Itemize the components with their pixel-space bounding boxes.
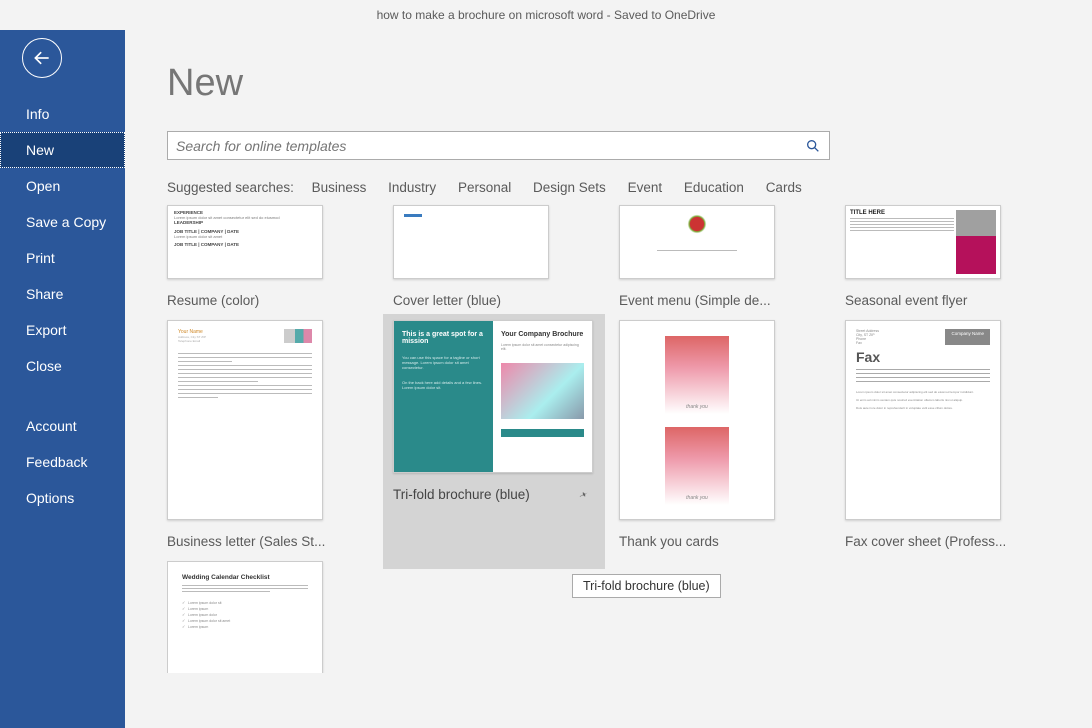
template-seasonal-flyer[interactable]: TITLE HERE Seasonal event flyer <box>845 205 1071 320</box>
suggested-link-design-sets[interactable]: Design Sets <box>533 180 606 195</box>
sidebar-item-info[interactable]: Info <box>0 96 125 132</box>
template-thumbnail <box>619 320 775 520</box>
sidebar-gap <box>0 384 125 408</box>
template-business-letter[interactable]: Your Name Address, City ST ZIP Telephone… <box>167 320 393 561</box>
template-caption: Seasonal event flyer <box>845 293 1025 308</box>
template-tooltip: Tri-fold brochure (blue) <box>572 574 721 598</box>
template-resume-color[interactable]: EXPERIENCE Lorem ipsum dolor sit amet co… <box>167 205 393 320</box>
back-button[interactable] <box>22 38 62 78</box>
suggested-link-personal[interactable]: Personal <box>458 180 511 195</box>
main-panel: New Suggested searches: Business Industr… <box>125 30 1092 728</box>
template-caption: Fax cover sheet (Profess... <box>845 534 1025 549</box>
sidebar-item-export[interactable]: Export <box>0 312 125 348</box>
suggested-link-event[interactable]: Event <box>628 180 663 195</box>
fax-big-label: Fax <box>856 349 990 365</box>
wedding-title: Wedding Calendar Checklist <box>182 574 270 581</box>
suggested-link-business[interactable]: Business <box>312 180 367 195</box>
template-caption-text: Tri-fold brochure (blue) <box>393 487 530 502</box>
suggested-label: Suggested searches: <box>167 180 294 195</box>
sidebar-item-account[interactable]: Account <box>0 408 125 444</box>
template-fax-cover-sheet[interactable]: Street AddressCity, ST ZIPPhoneFax Compa… <box>845 320 1071 561</box>
brochure-title-text: Your Company Brochure <box>501 331 584 339</box>
template-caption: Cover letter (blue) <box>393 293 573 308</box>
template-thumbnail <box>619 205 775 279</box>
template-event-menu[interactable]: Event menu (Simple de... <box>619 205 845 320</box>
template-caption: Business letter (Sales St... <box>167 534 347 549</box>
suggested-link-education[interactable]: Education <box>684 180 744 195</box>
sidebar-item-new[interactable]: New <box>0 132 125 168</box>
template-trifold-brochure[interactable]: This is a great spot for a mission You c… <box>383 314 605 569</box>
fax-company: Company Name <box>945 329 990 345</box>
sidebar-item-feedback[interactable]: Feedback <box>0 444 125 480</box>
sidebar-item-open[interactable]: Open <box>0 168 125 204</box>
search-input[interactable] <box>176 138 805 154</box>
app-shell: Info New Open Save a Copy Print Share Ex… <box>0 30 1092 728</box>
sidebar-item-close[interactable]: Close <box>0 348 125 384</box>
template-gallery: EXPERIENCE Lorem ipsum dolor sit amet co… <box>167 205 1077 673</box>
backstage-sidebar: Info New Open Save a Copy Print Share Ex… <box>0 30 125 728</box>
template-search[interactable] <box>167 131 830 160</box>
template-caption: Event menu (Simple de... <box>619 293 799 308</box>
sidebar-item-share[interactable]: Share <box>0 276 125 312</box>
template-thumbnail: Your Name Address, City ST ZIP Telephone… <box>167 320 323 520</box>
template-thumbnail: EXPERIENCE Lorem ipsum dolor sit amet co… <box>167 205 323 279</box>
template-thumbnail: TITLE HERE <box>845 205 1001 279</box>
sidebar-item-print[interactable]: Print <box>0 240 125 276</box>
template-thumbnail <box>393 205 549 279</box>
brochure-spot-text: This is a great spot for a mission <box>402 331 483 345</box>
template-thank-you-cards[interactable]: Thank you cards <box>619 320 845 561</box>
sidebar-menu: Info New Open Save a Copy Print Share Ex… <box>0 96 125 516</box>
back-arrow-icon <box>32 48 52 68</box>
template-wedding-checklist[interactable]: Wedding Calendar Checklist Lorem ipsum d… <box>167 561 393 673</box>
template-thumbnail: Wedding Calendar Checklist Lorem ipsum d… <box>167 561 323 673</box>
sidebar-item-save-a-copy[interactable]: Save a Copy <box>0 204 125 240</box>
search-icon[interactable] <box>805 138 821 154</box>
suggested-searches: Suggested searches: Business Industry Pe… <box>167 180 1092 195</box>
page-title: New <box>167 62 1092 105</box>
suggested-link-industry[interactable]: Industry <box>388 180 436 195</box>
sidebar-item-options[interactable]: Options <box>0 480 125 516</box>
pin-icon[interactable] <box>579 490 589 500</box>
template-cover-letter-blue[interactable]: Cover letter (blue) <box>393 205 619 320</box>
template-caption: Resume (color) <box>167 293 347 308</box>
template-thumbnail: Street AddressCity, ST ZIPPhoneFax Compa… <box>845 320 1001 520</box>
template-caption: Thank you cards <box>619 534 799 549</box>
template-thumbnail: This is a great spot for a mission You c… <box>393 320 593 473</box>
title-bar: how to make a brochure on microsoft word… <box>0 0 1092 30</box>
flyer-title: TITLE HERE <box>850 210 885 216</box>
template-caption: Tri-fold brochure (blue) <box>393 487 593 502</box>
suggested-link-cards[interactable]: Cards <box>766 180 802 195</box>
